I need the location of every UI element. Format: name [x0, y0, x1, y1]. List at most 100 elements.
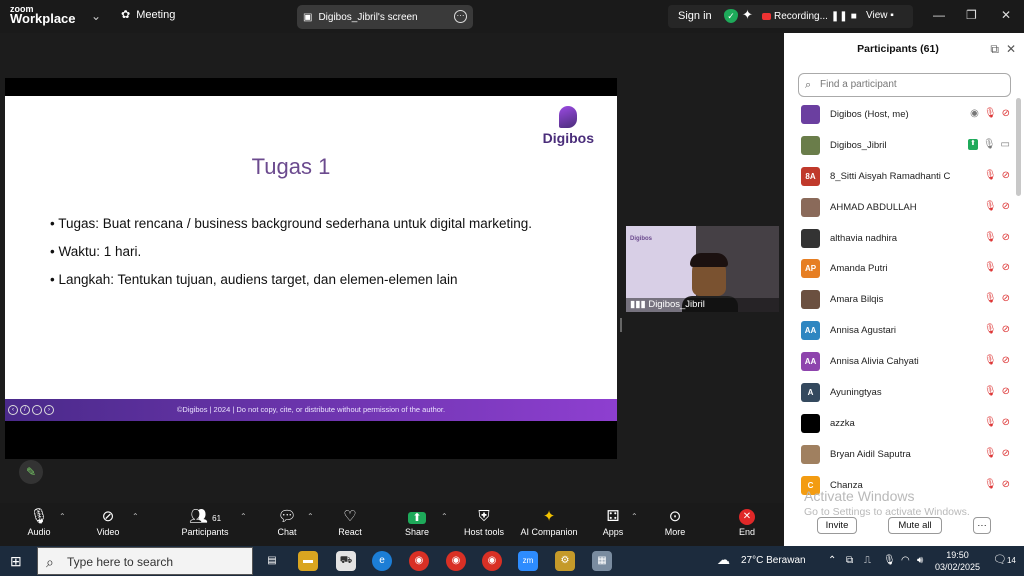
weather-icon[interactable]: ☁ — [717, 552, 730, 568]
edge-icon[interactable]: e — [372, 551, 392, 571]
next-icon[interactable]: › — [44, 405, 54, 415]
participant-name: Amanda Putri — [830, 263, 888, 275]
react-label: React — [338, 527, 362, 537]
video-name-label: ▮▮▮ Digibos_Jibril — [626, 298, 779, 312]
close-icon[interactable]: ✕ — [1001, 8, 1011, 22]
participant-row[interactable]: AA Annisa Alivia Cahyati 🎙︎ ⊘ — [784, 346, 1016, 377]
participant-row[interactable]: althavia nadhira 🎙︎ ⊘ — [784, 223, 1016, 254]
prev-icon[interactable]: ‹ — [8, 405, 18, 415]
recording-indicator[interactable]: Recording... ❚❚ ■ — [762, 11, 857, 22]
resize-handle[interactable] — [620, 318, 622, 332]
tray-app-icon[interactable]: ⧉ — [846, 555, 853, 566]
meeting-stage: Digibos Tugas 1 Tugas: Buat rencana / bu… — [0, 33, 784, 503]
participant-row[interactable]: AA Annisa Agustari 🎙︎ ⊘ — [784, 315, 1016, 346]
chevron-up-icon[interactable]: ⌃ — [132, 512, 139, 521]
mic-muted-icon: 🎙︎ — [983, 447, 997, 459]
chevron-up-icon[interactable]: ⌃ — [307, 512, 314, 521]
restore-icon[interactable]: ❐ — [966, 8, 977, 22]
view-button[interactable]: View ▪ — [866, 10, 894, 21]
avatar: AA — [801, 321, 820, 341]
participant-row[interactable]: Amara Bilqis 🎙︎ ⊘ — [784, 284, 1016, 315]
chrome-icon[interactable]: ◉ — [409, 551, 429, 571]
zoom-app-icon[interactable]: zm — [518, 551, 538, 571]
participant-name: Digibos_Jibril — [830, 139, 887, 151]
record-icon — [762, 13, 771, 20]
end-label: End — [738, 527, 755, 537]
mic-muted-icon: 🎙︎ — [983, 108, 997, 119]
chevron-up-icon[interactable]: ⌃ — [59, 512, 66, 521]
participants-button[interactable]: 👥︎ 61 Participants — [170, 507, 240, 537]
avatar: AP — [801, 259, 820, 279]
invite-button[interactable]: Invite — [817, 517, 857, 534]
more-icon[interactable]: · — [32, 405, 42, 415]
presentation-slide: Digibos Tugas 1 Tugas: Buat rencana / bu… — [5, 96, 617, 421]
participant-row[interactable]: azzka 🎙︎ ⊘ — [784, 408, 1016, 439]
settings-icon[interactable]: ⚙ — [555, 551, 575, 571]
security-shield-icon[interactable]: ✓ — [724, 9, 738, 23]
network-icon[interactable]: ⎍ — [864, 555, 871, 566]
wifi-icon[interactable]: ◠ — [901, 555, 910, 566]
more-icon[interactable]: ··· — [454, 10, 467, 23]
host-tools-button[interactable]: ⛨ Host tools — [449, 507, 519, 537]
windows-start-icon[interactable]: ⊞ — [10, 553, 22, 570]
minimize-icon[interactable]: — — [933, 8, 945, 22]
taskbar-clock[interactable]: 19:50 03/02/2025 — [935, 549, 980, 573]
file-explorer-icon[interactable]: ▬ — [298, 551, 318, 571]
tray-chevron-icon[interactable]: ⌃ — [828, 555, 836, 566]
screen-share-title[interactable]: ▣ Digibos_Jibril's screen ··· — [297, 5, 473, 29]
sign-in-button[interactable]: Sign in — [678, 10, 712, 22]
mic-muted-icon: 🎙︎ — [983, 169, 997, 181]
participant-row[interactable]: AHMAD ABDULLAH 🎙︎ ⊘ — [784, 192, 1016, 223]
video-tile[interactable]: Digibos ▮▮▮ Digibos_Jibril — [626, 226, 779, 312]
camera-off-icon: ⊘ — [1001, 416, 1010, 428]
ai-sparkle-icon: ✦ — [542, 508, 556, 525]
volume-icon[interactable]: 🔊︎ — [917, 555, 923, 566]
top-right-controls: Sign in ✓ ✦ Recording... ❚❚ ■ View ▪ — [668, 5, 913, 28]
meeting-menu[interactable]: ✿ Meeting — [121, 8, 175, 22]
annotate-pen-icon[interactable]: ✎ — [19, 460, 43, 484]
chrome-window-icon[interactable]: ◉ — [482, 551, 502, 571]
taskbar-search-input[interactable]: ⌕ Type here to search — [37, 547, 253, 575]
end-button[interactable]: ✕ End — [712, 507, 782, 537]
store-icon[interactable]: ⛟ — [336, 551, 356, 571]
close-icon[interactable]: ✕ — [1006, 42, 1016, 57]
participant-row[interactable]: A Ayuningtyas 🎙︎ ⊘ — [784, 377, 1016, 408]
pen-tool-icon[interactable]: / — [20, 405, 30, 415]
participant-row[interactable]: 8A 8_Sitti Aisyah Ramadhanti C 🎙︎ ⊘ — [784, 161, 1016, 192]
mic-muted-icon: 🎙︎ — [983, 324, 997, 336]
app-window-icon[interactable]: ▦ — [592, 551, 612, 571]
react-button[interactable]: ♡ React — [315, 507, 385, 537]
participant-row[interactable]: Bryan Aidil Saputra 🎙︎ ⊘ — [784, 439, 1016, 470]
participant-status-icons: 🎙︎ ⊘ — [984, 448, 1010, 459]
mic-icon[interactable]: 🎙︎ — [883, 555, 896, 566]
participant-row[interactable]: Digibos (Host, me) ◉ 🎙︎ ⊘ — [784, 99, 1016, 130]
notification-icon[interactable]: 🗨︎14 — [993, 553, 1016, 566]
task-view-icon[interactable]: ▤ — [262, 551, 282, 571]
ai-companion-button[interactable]: ✦ AI Companion — [514, 507, 584, 537]
title-bar: zoom Workplace ⌄ ✿ Meeting ▣ Digibos_Jib… — [0, 0, 1024, 33]
more-button[interactable]: ⊙ More — [640, 507, 710, 537]
chevron-up-icon[interactable]: ⌃ — [631, 512, 638, 521]
pop-out-icon[interactable]: ⧉ — [990, 42, 999, 57]
panel-more-button[interactable]: ··· — [973, 517, 991, 534]
chrome-profile-icon[interactable]: ◉ — [446, 551, 466, 571]
participant-row[interactable]: Digibos_Jibril ⬆ 🎙︎ ▭ — [784, 130, 1016, 161]
weather-text[interactable]: 27°C Berawan — [741, 555, 806, 566]
participant-search-input[interactable]: ⌕ Find a participant — [798, 73, 1011, 97]
participant-row[interactable]: AP Amanda Putri 🎙︎ ⊘ — [784, 253, 1016, 284]
panel-title: Participants (61) — [857, 43, 939, 55]
chevron-down-icon[interactable]: ⌄ — [91, 9, 101, 23]
avatar: 8A — [801, 166, 820, 186]
chevron-up-icon[interactable]: ⌃ — [441, 512, 448, 521]
person-hair — [690, 253, 728, 267]
ai-sparkle-icon[interactable]: ✦ — [742, 7, 753, 23]
apps-label: Apps — [602, 527, 624, 537]
stop-icon[interactable]: ■ — [851, 11, 857, 22]
pause-icon[interactable]: ❚❚ — [831, 11, 848, 22]
panel-scrollbar[interactable] — [1016, 98, 1021, 196]
avatar — [801, 228, 820, 248]
mute-all-button[interactable]: Mute all — [888, 517, 942, 534]
participant-name: Ayuningtyas — [830, 386, 882, 398]
chevron-up-icon[interactable]: ⌃ — [240, 512, 247, 521]
host-tools-label: Host tools — [463, 527, 505, 537]
